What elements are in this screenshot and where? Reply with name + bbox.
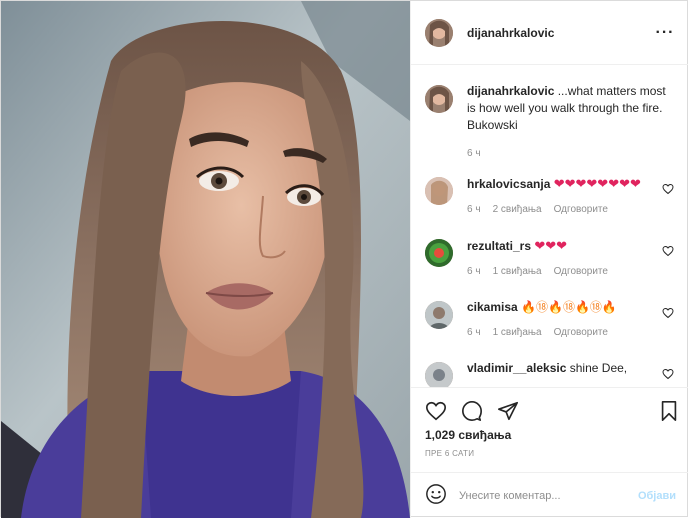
add-comment-bar: Објави <box>411 472 688 518</box>
comment-username[interactable]: hrkalovicsanja <box>467 177 550 191</box>
comment-emoji: ❤❤❤ <box>534 238 568 253</box>
bookmark-icon[interactable] <box>658 400 680 425</box>
comment-item: vladimir__aleksic shine Dee, <box>411 360 688 387</box>
comment-icon[interactable] <box>461 400 483 425</box>
heart-icon[interactable] <box>425 400 447 425</box>
like-comment-heart-icon[interactable] <box>662 183 676 215</box>
like-comment-heart-icon[interactable] <box>662 245 676 277</box>
author-avatar[interactable] <box>425 18 453 47</box>
post-photo[interactable] <box>1 1 410 518</box>
selfie-image <box>1 1 410 518</box>
like-comment-heart-icon[interactable] <box>662 307 676 338</box>
comment-item: rezultati_rs ❤❤❤ 6 ч 1 свиђања Одговорите <box>411 237 688 277</box>
comment-likes[interactable]: 1 свиђања <box>493 327 542 338</box>
post-actions: 1,029 свиђања ПРЕ 6 САТИ <box>411 387 688 472</box>
instagram-post: dijanahrkalovic ··· dijanahrkalovic ...w… <box>0 0 688 518</box>
post-header: dijanahrkalovic ··· <box>411 1 688 65</box>
comment-time[interactable]: 6 ч <box>467 327 481 338</box>
comment-time[interactable]: 6 ч <box>467 266 481 277</box>
comment-username[interactable]: cikamisa <box>467 300 518 314</box>
caption-text: dijanahrkalovic ...what matters most is … <box>467 83 676 134</box>
comment-item: cikamisa 🔥⑱🔥⑱🔥⑱🔥 6 ч 1 свиђања Одговорите <box>411 299 688 338</box>
likes-count[interactable]: 1,029 свиђања <box>411 428 688 442</box>
commenter-avatar[interactable] <box>425 362 453 387</box>
commenter-avatar[interactable] <box>425 301 453 329</box>
reply-button[interactable]: Одговорите <box>554 204 608 215</box>
comment-username[interactable]: rezultati_rs <box>467 239 531 253</box>
post-sidebar: dijanahrkalovic ··· dijanahrkalovic ...w… <box>410 1 688 518</box>
commenter-avatar[interactable] <box>425 239 453 267</box>
comment-likes[interactable]: 1 свиђања <box>493 266 542 277</box>
comment-time[interactable]: 6 ч <box>467 204 481 215</box>
comment-likes[interactable]: 2 свиђања <box>493 204 542 215</box>
emoji-icon[interactable] <box>425 483 447 508</box>
comment-input[interactable] <box>459 489 638 502</box>
reply-button[interactable]: Одговорите <box>554 266 608 277</box>
comment-body: shine Dee, <box>569 361 628 375</box>
caption-avatar[interactable] <box>425 85 453 113</box>
posted-time[interactable]: ПРЕ 6 САТИ <box>411 449 688 458</box>
ellipsis-icon[interactable]: ··· <box>655 24 675 42</box>
caption-username[interactable]: dijanahrkalovic <box>467 84 554 98</box>
comment-username[interactable]: vladimir__aleksic <box>467 361 566 375</box>
like-comment-heart-icon[interactable] <box>662 368 676 387</box>
comment-emoji: 🔥⑱🔥⑱🔥⑱🔥 <box>521 300 617 314</box>
comment-emoji: ❤❤❤❤❤❤❤❤ <box>553 176 641 191</box>
post-comment-button[interactable]: Објави <box>638 490 676 502</box>
share-icon[interactable] <box>497 400 519 425</box>
commenter-avatar[interactable] <box>425 177 453 205</box>
caption-time[interactable]: 6 ч <box>467 148 481 159</box>
comment-item: hrkalovicsanja ❤❤❤❤❤❤❤❤ 6 ч 2 свиђања Одго… <box>411 175 688 215</box>
comments-list[interactable]: dijanahrkalovic ...what matters most is … <box>411 73 688 387</box>
caption: dijanahrkalovic ...what matters most is … <box>411 83 688 159</box>
reply-button[interactable]: Одговорите <box>554 327 608 338</box>
author-username[interactable]: dijanahrkalovic <box>467 26 655 40</box>
